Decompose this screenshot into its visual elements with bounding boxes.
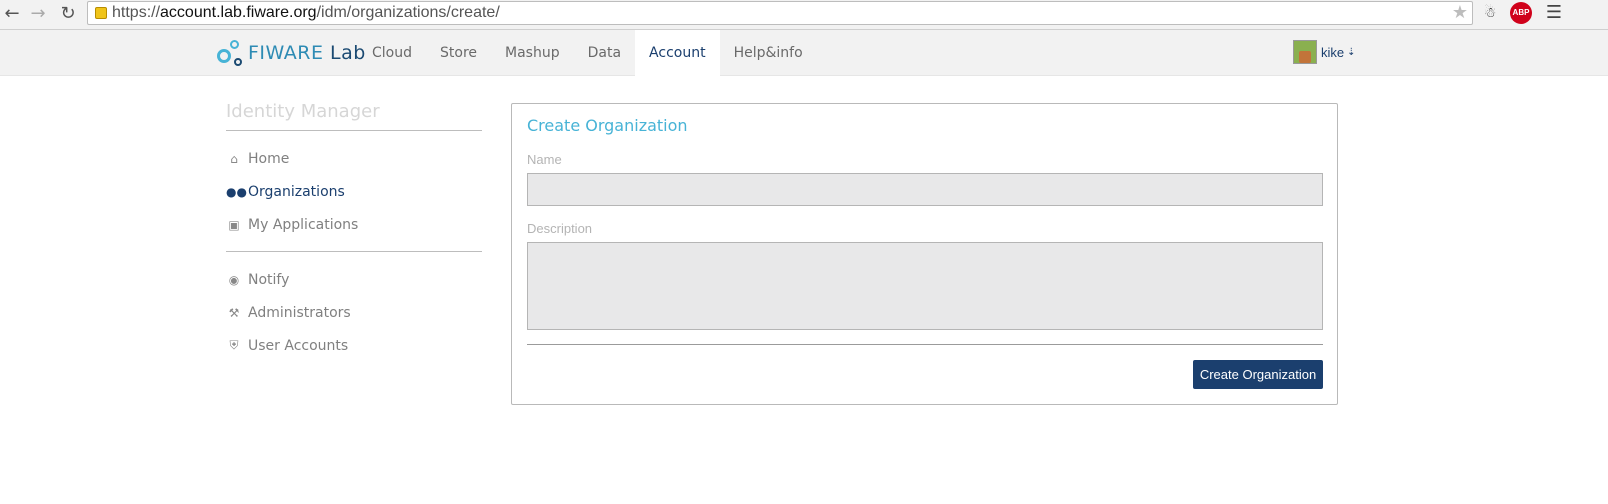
nav-item-mashup[interactable]: Mashup	[491, 30, 574, 76]
sidebar-item-label: Home	[248, 150, 290, 167]
site-header: FIWARE Lab Cloud Store Mashup Data Accou…	[0, 30, 1608, 76]
nav-item-cloud[interactable]: Cloud	[358, 30, 426, 76]
reload-icon[interactable]: ↻	[58, 4, 78, 24]
sidebar-item-label: My Applications	[248, 216, 359, 233]
back-arrow-icon[interactable]: ←	[2, 4, 22, 24]
evernote-icon[interactable]: ☃	[1481, 4, 1499, 22]
user-name[interactable]: kike	[1321, 45, 1344, 60]
nav-item-store[interactable]: Store	[426, 30, 491, 76]
sidebar-item-label: Organizations	[248, 183, 345, 200]
cube-icon: ▣	[228, 217, 240, 232]
sidebar-item-organizations[interactable]: ●● Organizations	[226, 175, 482, 208]
create-organization-panel: Create Organization Name Description Cre…	[511, 103, 1338, 405]
sidebar-item-home[interactable]: ⌂ Home	[226, 142, 482, 175]
user-menu[interactable]: kike ⇣	[1293, 39, 1356, 65]
browser-toolbar: ← → ↻ https://account.lab.fiware.org/idm…	[0, 0, 1608, 30]
comment-icon: ◉	[228, 272, 240, 287]
form-divider	[527, 344, 1323, 345]
sidebar-item-label: Administrators	[248, 304, 351, 321]
double-chevron-down-icon[interactable]: ⇣	[1347, 47, 1355, 58]
sidebar-item-label: User Accounts	[248, 337, 349, 354]
nav-item-data[interactable]: Data	[574, 30, 635, 76]
create-organization-button[interactable]: Create Organization	[1193, 360, 1323, 389]
adblock-plus-icon[interactable]: ABP	[1510, 2, 1532, 24]
description-field[interactable]	[527, 242, 1323, 330]
name-field[interactable]	[527, 173, 1323, 206]
logo-wordmark: FIWARE Lab	[248, 42, 366, 64]
forward-arrow-icon[interactable]: →	[28, 4, 48, 24]
sidebar-admin-list: ◉ Notify ⚒ Administrators ⛨ User Account…	[226, 252, 482, 372]
avatar[interactable]	[1293, 40, 1317, 64]
bookmark-star-icon[interactable]: ★	[1452, 2, 1468, 24]
sidebar-item-my-applications[interactable]: ▣ My Applications	[226, 208, 482, 241]
shield-icon: ⛨	[229, 338, 239, 352]
sidebar-main-list: ⌂ Home ●● Organizations ▣ My Application…	[226, 131, 482, 251]
fiware-lab-logo[interactable]: FIWARE Lab	[214, 37, 366, 69]
users-icon: ●●	[226, 184, 247, 199]
url-host: account.lab.fiware.org	[160, 4, 317, 21]
url-path: /idm/organizations/create/	[316, 4, 500, 21]
nav-item-account[interactable]: Account	[635, 30, 720, 76]
url-prefix: https://	[112, 4, 161, 21]
sidebar-item-user-accounts[interactable]: ⛨ User Accounts	[226, 329, 482, 362]
logo-fiware-text: FIWARE	[248, 42, 324, 64]
sidebar-item-label: Notify	[248, 271, 290, 288]
sidebar: Identity Manager ⌂ Home ●● Organizations…	[226, 100, 482, 372]
name-label: Name	[527, 152, 562, 167]
fiware-dots-icon	[214, 38, 244, 68]
nav-item-helpinfo[interactable]: Help&info	[720, 30, 817, 76]
home-icon: ⌂	[230, 151, 238, 166]
sidebar-item-administrators[interactable]: ⚒ Administrators	[226, 296, 482, 329]
main-nav: Cloud Store Mashup Data Account Help&inf…	[358, 30, 817, 76]
wrench-icon: ⚒	[228, 305, 240, 320]
url-text[interactable]: https://account.lab.fiware.org/idm/organ…	[112, 4, 500, 22]
browser-menu-icon[interactable]: ☰	[1544, 2, 1564, 24]
address-bar[interactable]: https://account.lab.fiware.org/idm/organ…	[87, 1, 1473, 25]
page-title: Create Organization	[527, 116, 688, 135]
sidebar-item-notify[interactable]: ◉ Notify	[226, 263, 482, 296]
lock-warning-icon[interactable]	[95, 7, 107, 19]
description-label: Description	[527, 221, 593, 236]
sidebar-title: Identity Manager	[226, 101, 380, 122]
